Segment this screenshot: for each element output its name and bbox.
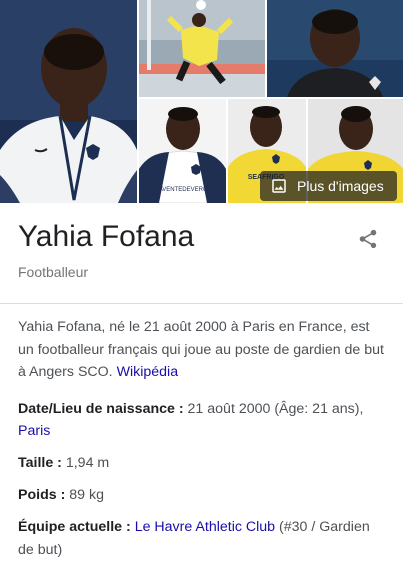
fact-height: Taille : 1,94 m — [18, 452, 388, 475]
panel-content: Yahia Fofana, né le 21 août 2000 à Paris… — [18, 316, 388, 571]
fact-label: Équipe actuelle : — [18, 519, 131, 535]
image-gallery: HAVENTEDEVERGE SEAFRIGO Plus d'ima — [0, 0, 403, 203]
panel-header: Yahia Fofana Footballeur — [0, 203, 403, 304]
team-link[interactable]: Le Havre Athletic Club — [135, 519, 275, 535]
more-images-button[interactable]: Plus d'images — [260, 171, 397, 201]
fact-value: 1,94 m — [65, 455, 110, 471]
wikipedia-link[interactable]: Wikipédia — [117, 364, 179, 380]
fact-label: Date/Lieu de naissance : — [18, 400, 184, 417]
share-icon[interactable] — [357, 227, 379, 251]
description-text: Yahia Fofana, né le 21 août 2000 à Paris… — [18, 319, 384, 380]
fact-value: 89 kg — [69, 487, 104, 503]
photo-goalkeeper-save[interactable] — [139, 0, 265, 97]
entity-subtitle: Footballeur — [18, 264, 89, 280]
image-icon — [272, 179, 286, 193]
fact-value: 21 août 2000 (Âge: 21 ans), — [187, 400, 364, 417]
birthplace-link[interactable]: Paris — [18, 423, 50, 439]
photo-le-havre-white-kit[interactable]: HAVENTEDEVERGE — [139, 99, 226, 203]
entity-description: Yahia Fofana, né le 21 août 2000 à Paris… — [18, 316, 388, 384]
fact-label: Poids : — [18, 487, 66, 503]
photo-portrait-dark[interactable] — [267, 0, 403, 97]
fact-label: Taille : — [18, 455, 62, 471]
entity-title: Yahia Fofana — [18, 220, 195, 253]
fact-team: Équipe actuelle : Le Havre Athletic Club… — [18, 516, 388, 561]
photo-france-jacket[interactable] — [0, 0, 137, 203]
fact-weight: Poids : 89 kg — [18, 484, 388, 507]
fact-birth: Date/Lieu de naissance : 21 août 2000 (Â… — [18, 398, 388, 443]
more-images-label: Plus d'images — [297, 178, 384, 194]
kit-sponsor-text: HAVENTEDEVERGE — [154, 187, 211, 193]
